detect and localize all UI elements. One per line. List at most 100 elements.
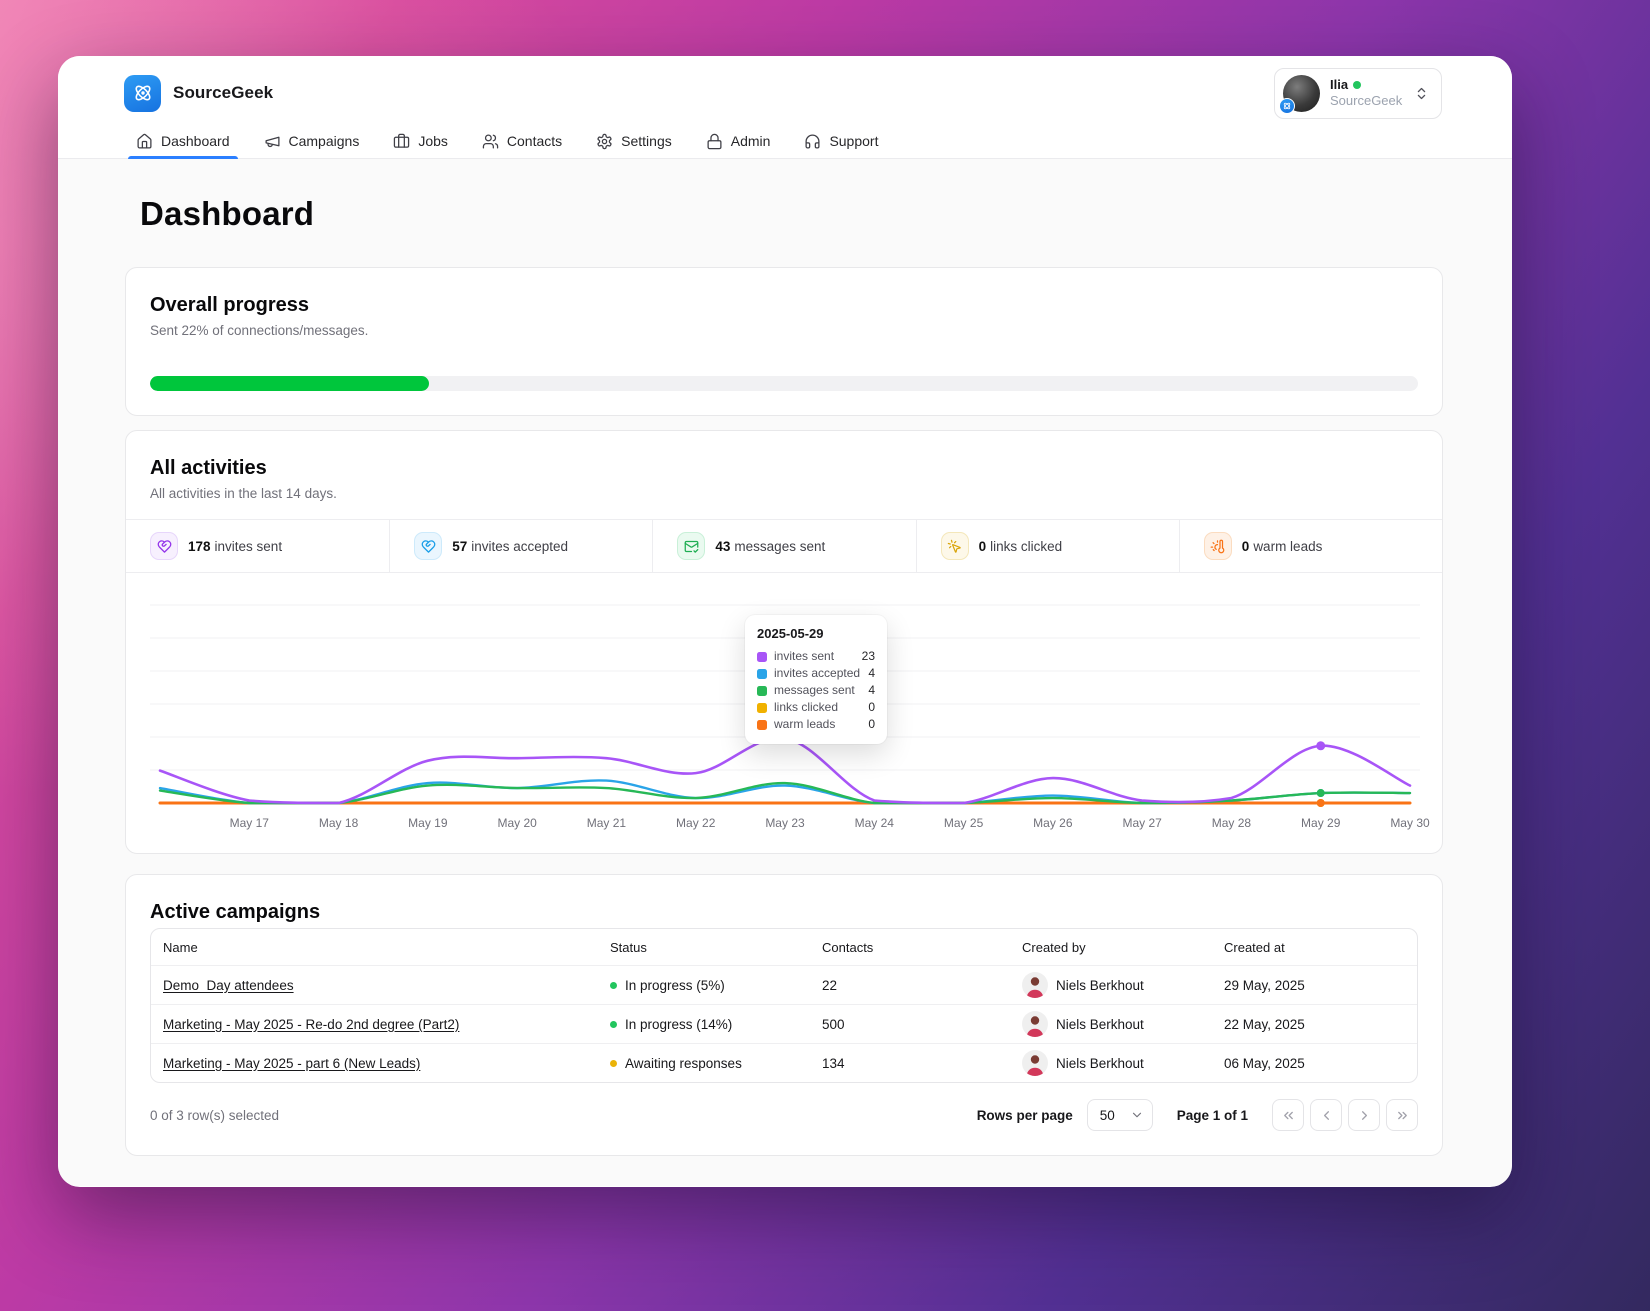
table-row[interactable]: Marketing - May 2025 - Re-do 2nd degree …: [151, 1004, 1417, 1043]
megaphone-icon: [264, 133, 281, 150]
svg-text:May 17: May 17: [230, 816, 270, 830]
campaigns-title: Active campaigns: [150, 901, 321, 923]
created-by-name: Niels Berkhout: [1056, 1055, 1144, 1071]
column-name: Name: [163, 939, 198, 955]
campaign-link[interactable]: Marketing - May 2025 - Re-do 2nd degree …: [163, 1017, 459, 1032]
series-label: warm leads: [774, 717, 836, 731]
nav-admin[interactable]: Admin: [704, 124, 773, 158]
chart-tooltip: 2025-05-29 invites sent 23 invites accept…: [745, 615, 887, 744]
svg-text:May 20: May 20: [497, 816, 537, 830]
column-created-by: Created by: [1022, 939, 1086, 955]
nav-label: Contacts: [506, 133, 563, 149]
nav-jobs[interactable]: Jobs: [391, 124, 450, 158]
table-row[interactable]: Demo_Day attendees In progress (5%) 22 N…: [151, 965, 1417, 1004]
online-status-dot: [1353, 81, 1362, 89]
overall-progress-subtitle: Sent 22% of connections/messages.: [150, 323, 369, 338]
chevrons-right-icon: [1397, 1111, 1407, 1119]
svg-text:May 26: May 26: [1033, 816, 1073, 830]
pointer-click-icon: [940, 532, 969, 560]
svg-text:May 24: May 24: [855, 816, 895, 830]
pagination-first-button[interactable]: [1272, 1099, 1304, 1131]
brand-name: SourceGeek: [173, 83, 274, 102]
series-swatch: [757, 651, 767, 662]
contacts-count: 134: [822, 1055, 845, 1071]
pagination-last-button[interactable]: [1386, 1099, 1418, 1131]
nav-contacts[interactable]: Contacts: [480, 124, 564, 158]
stat-value: 57: [452, 538, 468, 554]
nav-label: Jobs: [418, 133, 448, 149]
pagination-next-button[interactable]: [1348, 1099, 1380, 1131]
sourcegeek-logo-icon: [124, 74, 161, 112]
heart-handshake-icon: [414, 532, 443, 560]
nav-settings[interactable]: Settings: [594, 124, 674, 158]
status-dot: [610, 1020, 617, 1028]
page-title: Dashboard: [140, 195, 315, 232]
gear-icon: [596, 133, 613, 150]
active-campaigns-card: Active campaigns Name Status Contacts Cr…: [125, 874, 1443, 1156]
contacts-count: 22: [822, 977, 838, 993]
campaigns-table: Name Status Contacts Created by Created …: [150, 928, 1418, 1083]
column-status: Status: [610, 939, 647, 955]
created-by-name: Niels Berkhout: [1056, 1016, 1144, 1032]
progress-bar: [150, 376, 1418, 391]
status-dot: [610, 1059, 617, 1067]
chevron-right-icon: [1361, 1110, 1367, 1120]
contacts-count: 500: [822, 1016, 845, 1032]
stat-value: 0: [1241, 538, 1250, 554]
series-swatch: [757, 668, 767, 679]
page-content: Dashboard Overall progress Sent 22% of c…: [58, 159, 1512, 1186]
svg-text:May 27: May 27: [1122, 816, 1162, 830]
series-label: messages sent: [774, 683, 855, 697]
top-bar: SourceGeek Ilia SourceGeek: [58, 56, 1512, 119]
chevron-left-icon: [1323, 1110, 1329, 1120]
svg-text:May 25: May 25: [944, 816, 984, 830]
users-icon: [482, 133, 499, 150]
stat-invites-sent: 178 invites sent: [126, 520, 389, 572]
nav-label: Settings: [621, 133, 672, 149]
campaign-link[interactable]: Demo_Day attendees: [163, 978, 294, 993]
stat-links-clicked: 0 links clicked: [915, 520, 1179, 572]
nav-dashboard[interactable]: Dashboard: [128, 124, 237, 159]
stat-label: invites sent: [214, 538, 283, 554]
heart-handshake-icon: [150, 532, 178, 560]
overall-progress-card: Overall progress Sent 22% of connections…: [125, 267, 1443, 416]
nav-label: Admin: [730, 133, 771, 149]
brand[interactable]: SourceGeek: [124, 74, 274, 112]
series-label: links clicked: [774, 700, 839, 714]
status-badge: In progress (14%): [625, 1016, 733, 1032]
svg-text:May 29: May 29: [1301, 816, 1341, 830]
avatar: [1022, 1011, 1048, 1037]
rows-per-page-select[interactable]: 50: [1086, 1099, 1153, 1131]
chevrons-left-icon: [1283, 1111, 1293, 1119]
column-contacts: Contacts: [822, 939, 874, 955]
table-row[interactable]: Marketing - May 2025 - part 6 (New Leads…: [151, 1043, 1417, 1082]
stat-label: messages sent: [734, 538, 826, 554]
nav-support[interactable]: Support: [802, 124, 880, 158]
nav-label: Campaigns: [288, 133, 360, 149]
user-menu[interactable]: Ilia SourceGeek: [1274, 67, 1442, 119]
svg-text:May 30: May 30: [1390, 816, 1430, 830]
page-info: Page 1 of 1: [1176, 1107, 1248, 1123]
status-badge: In progress (5%): [625, 977, 725, 993]
series-value: 23: [861, 649, 875, 663]
created-by-name: Niels Berkhout: [1056, 977, 1144, 993]
avatar: [1022, 1050, 1048, 1076]
nav-campaigns[interactable]: Campaigns: [262, 124, 362, 158]
activities-subtitle: All activities in the last 14 days.: [150, 486, 337, 501]
stat-value: 178: [188, 538, 211, 554]
sourcegeek-badge-icon: [1279, 97, 1295, 114]
series-swatch: [757, 702, 767, 713]
overall-progress-title: Overall progress: [150, 294, 309, 316]
series-value: 4: [868, 666, 875, 680]
stat-value: 43: [715, 538, 731, 554]
series-value: 0: [868, 700, 875, 714]
nav-label: Support: [829, 133, 879, 149]
campaign-link[interactable]: Marketing - May 2025 - part 6 (New Leads…: [163, 1056, 420, 1071]
stat-invites-accepted: 57 invites accepted: [389, 520, 652, 572]
pagination-prev-button[interactable]: [1310, 1099, 1342, 1131]
column-created-at: Created at: [1224, 939, 1285, 955]
chevrons-up-down-icon: [1414, 86, 1429, 101]
thermometer-sun-icon: [1203, 532, 1232, 560]
status-badge: Awaiting responses: [625, 1055, 742, 1071]
svg-text:May 22: May 22: [676, 816, 716, 830]
